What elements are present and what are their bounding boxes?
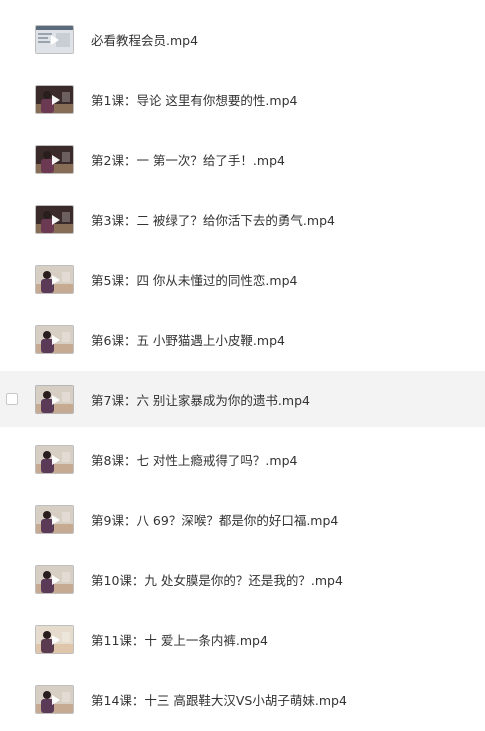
file-row[interactable]: 第2课：一 第一次？给了手！.mp4 — [0, 131, 485, 187]
file-name[interactable]: 第2课：一 第一次？给了手！.mp4 — [91, 150, 285, 169]
file-name[interactable]: 必看教程会员.mp4 — [91, 30, 198, 49]
file-name[interactable]: 第14课：十三 高跟鞋大汉VS小胡子萌妹.mp4 — [91, 690, 347, 709]
file-row[interactable]: 第14课：十三 高跟鞋大汉VS小胡子萌妹.mp4 — [0, 671, 485, 727]
file-name[interactable]: 第6课：五 小野猫遇上小皮鞭.mp4 — [91, 330, 285, 349]
video-thumbnail-icon — [35, 264, 74, 294]
file-row[interactable]: 第8课：七 对性上瘾戒得了吗？.mp4 — [0, 431, 485, 487]
file-list: 必看教程会员.mp4 第1课：导论 这里有你想要的性.mp4 第2课：一 第一次？给… — [0, 0, 485, 731]
file-row[interactable]: 第11课：十 爱上一条内裤.mp4 — [0, 611, 485, 667]
file-name[interactable]: 第9课：八 69？深喉？都是你的好口福.mp4 — [91, 510, 338, 529]
video-thumbnail-icon — [35, 564, 74, 594]
file-name[interactable]: 第7课：六 别让家暴成为你的遗书.mp4 — [91, 390, 310, 409]
file-row[interactable]: 第9课：八 69？深喉？都是你的好口福.mp4 — [0, 491, 485, 547]
file-row[interactable]: 第10课：九 处女膜是你的？还是我的？.mp4 — [0, 551, 485, 607]
file-row[interactable]: 必看教程会员.mp4 — [0, 11, 485, 67]
video-thumbnail-icon — [35, 444, 74, 474]
file-row[interactable]: 第3课：二 被绿了？给你活下去的勇气.mp4 — [0, 191, 485, 247]
file-row[interactable]: 第5课：四 你从未懂过的同性恋.mp4 — [0, 251, 485, 307]
file-row[interactable]: 第7课：六 别让家暴成为你的遗书.mp4 — [0, 371, 485, 427]
file-name[interactable]: 第3课：二 被绿了？给你活下去的勇气.mp4 — [91, 210, 335, 229]
video-thumbnail-icon — [35, 24, 74, 54]
video-thumbnail-icon — [35, 84, 74, 114]
file-name[interactable]: 第1课：导论 这里有你想要的性.mp4 — [91, 90, 297, 109]
file-name[interactable]: 第10课：九 处女膜是你的？还是我的？.mp4 — [91, 570, 343, 589]
video-thumbnail-icon — [35, 144, 74, 174]
file-row[interactable]: 第6课：五 小野猫遇上小皮鞭.mp4 — [0, 311, 485, 367]
video-thumbnail-icon — [35, 384, 74, 414]
file-name[interactable]: 第5课：四 你从未懂过的同性恋.mp4 — [91, 270, 297, 289]
file-name[interactable]: 第11课：十 爱上一条内裤.mp4 — [91, 630, 268, 649]
checkbox-icon[interactable] — [6, 393, 18, 405]
video-thumbnail-icon — [35, 204, 74, 234]
file-row[interactable]: 第1课：导论 这里有你想要的性.mp4 — [0, 71, 485, 127]
video-thumbnail-icon — [35, 504, 74, 534]
video-thumbnail-icon — [35, 324, 74, 354]
video-thumbnail-icon — [35, 684, 74, 714]
video-thumbnail-icon — [35, 624, 74, 654]
file-name[interactable]: 第8课：七 对性上瘾戒得了吗？.mp4 — [91, 450, 297, 469]
